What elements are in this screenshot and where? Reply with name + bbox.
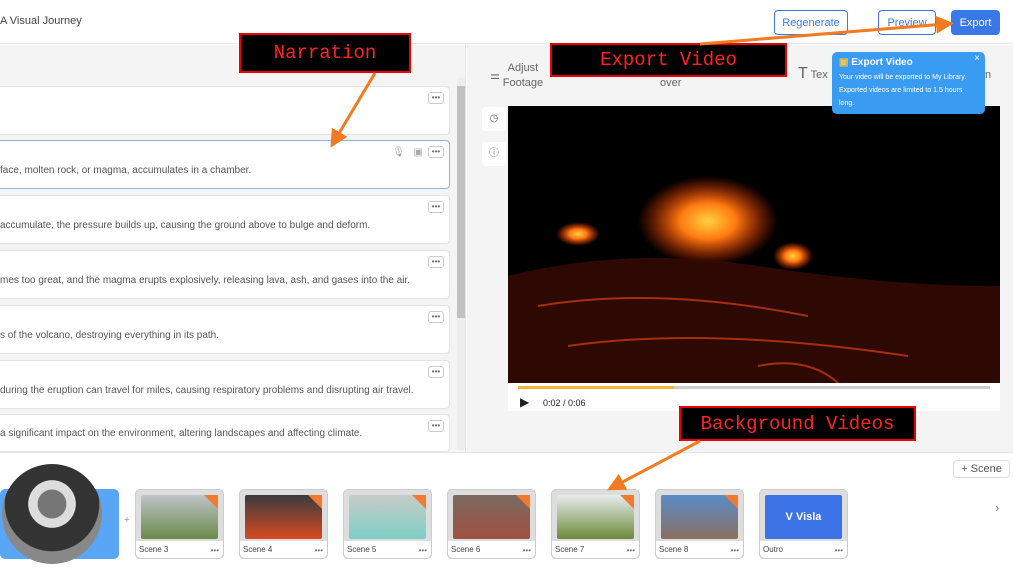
narration-text[interactable]: s of the volcano, destroying everything … — [0, 330, 219, 341]
mic-badge-icon — [724, 495, 738, 509]
annotation-background-videos: Background Videos — [679, 406, 916, 441]
close-icon[interactable]: × — [974, 53, 980, 64]
scrollbar-thumb[interactable] — [457, 86, 465, 318]
preview-button[interactable]: Preview — [878, 10, 936, 35]
narration-row[interactable]: ••• — [0, 86, 450, 135]
more-options-button[interactable]: ••• — [428, 420, 444, 432]
regenerate-button[interactable]: Regenerate — [774, 10, 848, 35]
presenter-avatar — [2, 464, 102, 564]
lightbulb-icon: ▣ — [839, 57, 849, 68]
more-options-button[interactable]: ••• — [428, 146, 444, 158]
scene-card[interactable]: Scene 7 ••• — [551, 489, 640, 559]
narration-text[interactable]: mes too great, and the magma erupts expl… — [0, 275, 410, 286]
narration-text[interactable]: during the eruption can travel for miles… — [0, 385, 414, 396]
visla-logo: V Visla — [785, 511, 822, 523]
tooltip-body: Your video will be exported to My Librar… — [839, 74, 967, 107]
progress-fill — [518, 386, 674, 389]
clock-icon[interactable]: ◷ — [482, 107, 506, 131]
mic-badge-icon — [516, 495, 530, 509]
more-options-button[interactable]: ••• — [428, 92, 444, 104]
scene-more-button[interactable]: ••• — [835, 546, 843, 555]
more-options-button[interactable]: ••• — [428, 311, 444, 323]
annotation-narration: Narration — [239, 33, 411, 73]
narration-row[interactable]: s of the volcano, destroying everything … — [0, 305, 450, 354]
more-options-button[interactable]: ••• — [428, 256, 444, 268]
mic-badge-icon — [620, 495, 634, 509]
tool-label-partial[interactable]: n — [985, 68, 991, 83]
scene-card[interactable]: Scene 4 ••• — [239, 489, 328, 559]
text-icon: T — [798, 65, 808, 82]
insert-scene-plus[interactable]: + — [124, 515, 130, 526]
progress-track[interactable] — [518, 386, 990, 389]
scene-more-button[interactable]: ••• — [419, 546, 427, 555]
narration-row[interactable]: mes too great, and the magma erupts expl… — [0, 250, 450, 299]
media-icon[interactable]: ▣ — [414, 147, 423, 158]
scene-card[interactable]: Scene 3 ••• — [135, 489, 224, 559]
lava-footage — [508, 176, 1000, 383]
scene-thumbnail: V Visla — [765, 495, 842, 539]
adjust-footage-tool[interactable]: ⚌ Adjust Footage — [490, 61, 546, 91]
mic-badge-icon — [308, 495, 322, 509]
narration-row[interactable]: face, molten rock, or magma, accumulates… — [0, 140, 450, 189]
sliders-icon: ⚌ — [490, 70, 500, 82]
scene-more-button[interactable]: ••• — [211, 546, 219, 555]
narration-row[interactable]: accumulate, the pressure builds up, caus… — [0, 195, 450, 244]
scene-card[interactable]: Scene 6 ••• — [447, 489, 536, 559]
narration-row[interactable]: during the eruption can travel for miles… — [0, 360, 450, 409]
narration-row[interactable]: a significant impact on the environment,… — [0, 414, 450, 452]
annotation-export-video: Export Video — [550, 43, 787, 77]
scene-card[interactable]: Scene 5 ••• — [343, 489, 432, 559]
narration-text[interactable]: a significant impact on the environment,… — [0, 428, 362, 439]
plus-icon: + — [961, 463, 971, 475]
project-title: A Visual Journey — [0, 15, 82, 27]
time-display: 0:02 / 0:06 — [543, 398, 586, 408]
video-preview[interactable] — [508, 106, 1000, 383]
scene-more-button[interactable]: ••• — [731, 546, 739, 555]
mic-icon[interactable]: 🎙 — [392, 147, 405, 158]
narration-text[interactable]: accumulate, the pressure builds up, caus… — [0, 220, 370, 231]
more-options-button[interactable]: ••• — [428, 366, 444, 378]
scene-card[interactable]: V Visla Outro ••• — [759, 489, 848, 559]
mic-badge-icon — [204, 495, 218, 509]
header: A Visual Journey Regenerate Preview Expo… — [0, 0, 1013, 44]
scene-more-button[interactable]: ••• — [315, 546, 323, 555]
narration-text[interactable]: face, molten rock, or magma, accumulates… — [0, 165, 251, 176]
text-tool[interactable]: T Tex — [798, 66, 828, 83]
scene-more-button[interactable]: ••• — [627, 546, 635, 555]
add-scene-button[interactable]: + Scene — [953, 460, 1010, 478]
export-button[interactable]: Export — [951, 10, 1000, 35]
mic-badge-icon — [412, 495, 426, 509]
play-icon[interactable]: ▶ — [520, 395, 529, 409]
scene-more-button[interactable]: ••• — [523, 546, 531, 555]
voice-over-tool[interactable]: over — [660, 76, 681, 91]
export-tooltip: ▣ Export Video Your video will be export… — [832, 52, 985, 114]
more-options-button[interactable]: ••• — [428, 201, 444, 213]
info-icon[interactable]: ⓘ — [482, 142, 506, 166]
chevron-right-icon[interactable]: › — [995, 500, 999, 515]
scene-card[interactable]: Scene 8 ••• — [655, 489, 744, 559]
